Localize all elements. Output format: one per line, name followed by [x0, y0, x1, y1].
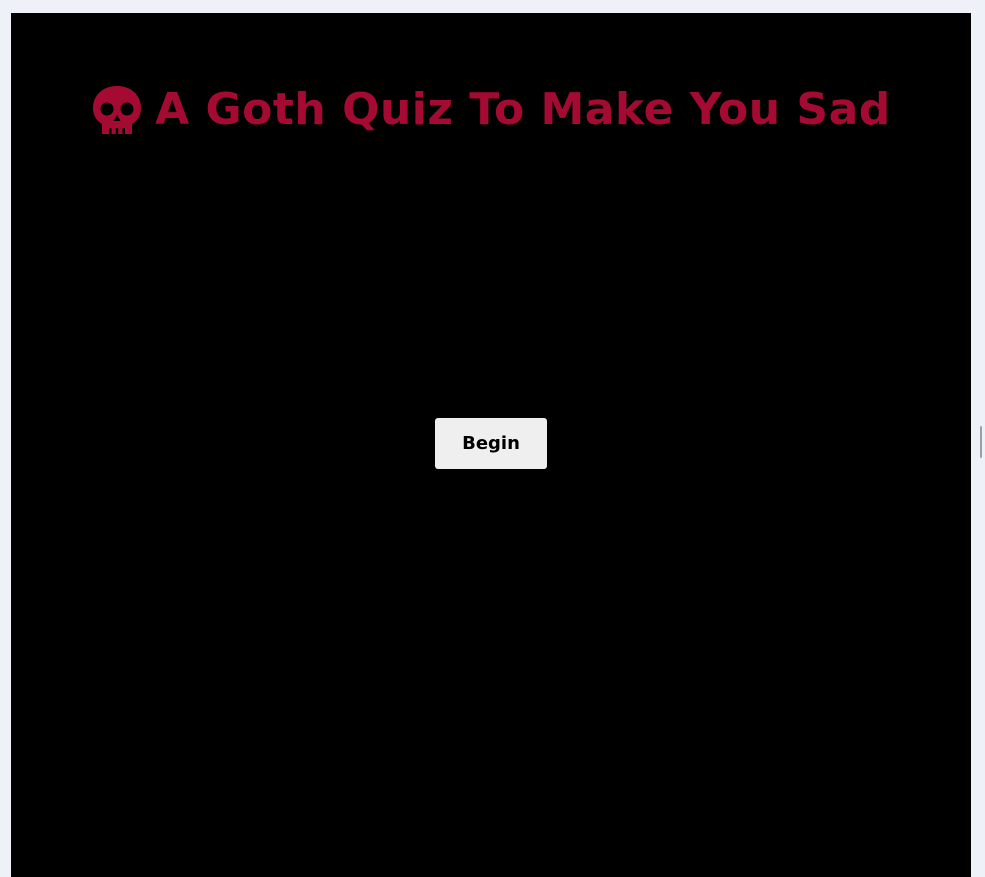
- begin-button[interactable]: Begin: [435, 418, 547, 469]
- scrollbar-handle[interactable]: [980, 426, 982, 458]
- skull-icon: [93, 86, 142, 134]
- page-title: A Goth Quiz To Make You Sad: [155, 84, 891, 135]
- quiz-stage: A Goth Quiz To Make You Sad Begin: [11, 13, 971, 877]
- page-header: A Goth Quiz To Make You Sad: [11, 79, 971, 141]
